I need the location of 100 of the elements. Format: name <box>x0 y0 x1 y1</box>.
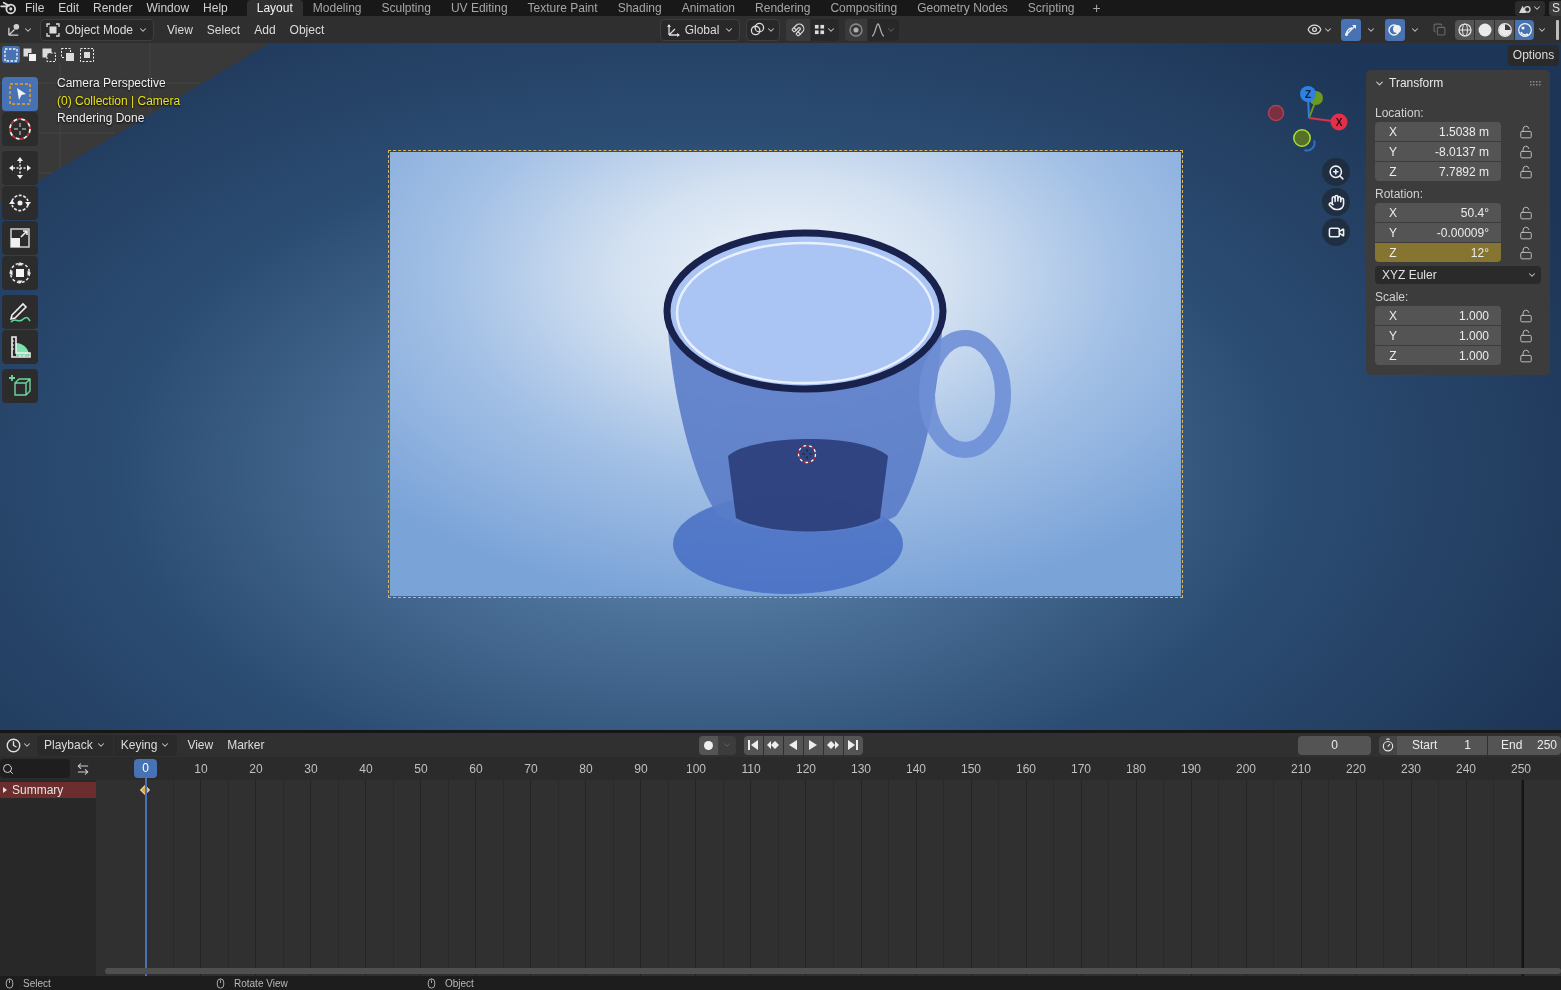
falloff-dropdown[interactable] <box>868 18 900 41</box>
gizmo-toggle[interactable] <box>1341 18 1361 41</box>
tool-button[interactable] <box>2 256 38 290</box>
negative-z-axis-handle[interactable] <box>1303 139 1316 152</box>
lock-toggle[interactable] <box>1518 244 1534 261</box>
auto-keying-toggle[interactable] <box>698 735 718 755</box>
lock-toggle[interactable] <box>1518 204 1534 221</box>
workspace-tab[interactable]: Animation <box>671 0 746 16</box>
workspace-tab[interactable]: Shading <box>607 0 672 16</box>
search-field[interactable] <box>0 759 70 778</box>
menu-item[interactable]: Marker <box>220 736 272 754</box>
lock-toggle[interactable] <box>1518 307 1534 324</box>
menu-item[interactable]: Object <box>282 20 332 39</box>
selection-mode-button[interactable] <box>59 46 77 63</box>
shading-mode-button[interactable] <box>1475 19 1494 40</box>
menu-item[interactable]: Add <box>247 20 283 39</box>
end-frame-field[interactable]: End 250 <box>1488 735 1561 755</box>
playback-button[interactable] <box>743 735 763 755</box>
shading-mode-button[interactable] <box>1515 19 1534 40</box>
playback-button[interactable] <box>803 735 823 755</box>
pan-button[interactable] <box>1322 188 1350 216</box>
menu-dropdown[interactable]: Keying <box>113 734 178 756</box>
channel-row[interactable]: Summary <box>0 782 96 798</box>
number-field[interactable]: Z 7.7892 m <box>1375 162 1501 181</box>
workspace-tab[interactable]: Sculpting <box>371 0 441 16</box>
lock-toggle[interactable] <box>1518 327 1534 344</box>
playback-button[interactable] <box>763 735 783 755</box>
workspace-tab[interactable]: Compositing <box>820 0 908 16</box>
menu-item[interactable]: Edit <box>51 0 87 16</box>
number-field[interactable]: Z 12° <box>1375 243 1501 262</box>
zoom-button[interactable] <box>1322 158 1350 186</box>
tool-button[interactable] <box>2 295 38 329</box>
mode-dropdown[interactable]: Object Mode <box>40 18 155 41</box>
shading-mode-button[interactable] <box>1455 19 1474 40</box>
lock-toggle[interactable] <box>1518 123 1534 140</box>
current-frame-field[interactable]: 0 <box>1298 735 1371 755</box>
blender-logo-icon[interactable] <box>0 1 18 15</box>
number-field[interactable]: Y 1.000 <box>1375 326 1501 345</box>
menu-item[interactable]: Help <box>196 0 235 16</box>
snap-toggle[interactable] <box>786 18 811 41</box>
workspace-tab[interactable]: UV Editing <box>440 0 518 16</box>
menu-item[interactable]: Window <box>139 0 197 16</box>
selection-mode-button[interactable] <box>2 46 20 63</box>
tool-button[interactable] <box>2 186 38 220</box>
menu-item[interactable]: File <box>18 0 52 16</box>
number-field[interactable]: X 1.000 <box>1375 306 1501 325</box>
options-button[interactable]: Options <box>1508 45 1559 66</box>
selection-mode-button[interactable] <box>21 46 39 63</box>
shading-mode-button[interactable] <box>1495 19 1514 40</box>
lock-toggle[interactable] <box>1518 163 1534 180</box>
scene-name[interactable]: S <box>1549 0 1561 16</box>
number-field[interactable]: Y -8.0137 m <box>1375 142 1501 161</box>
negative-y-axis-handle[interactable] <box>1293 129 1311 147</box>
snap-target-dropdown[interactable] <box>811 18 840 41</box>
region-toggle-handle[interactable] <box>1556 19 1559 40</box>
number-field[interactable]: X 50.4° <box>1375 203 1501 222</box>
number-field[interactable]: X 1.5038 m <box>1375 122 1501 141</box>
tool-button[interactable] <box>2 112 38 146</box>
playback-button[interactable] <box>823 735 843 755</box>
number-field[interactable]: Z 1.000 <box>1375 346 1501 365</box>
menu-dropdown[interactable]: Playback <box>37 734 113 756</box>
lock-toggle[interactable] <box>1518 224 1534 241</box>
playhead-frame-label[interactable]: 0 <box>134 759 157 778</box>
camera-view-button[interactable] <box>1322 218 1350 246</box>
rotation-mode-dropdown[interactable]: XYZ Euler <box>1375 266 1541 284</box>
drag-grip-icon[interactable] <box>1530 80 1542 86</box>
start-frame-field[interactable]: Start 1 <box>1397 735 1487 755</box>
add-workspace-button[interactable]: + <box>1084 0 1109 16</box>
lock-toggle[interactable] <box>1518 143 1534 160</box>
tool-button[interactable] <box>2 221 38 255</box>
horizontal-scrollbar[interactable] <box>105 968 1561 974</box>
x-axis-handle[interactable]: X <box>1308 113 1348 131</box>
menu-item[interactable]: Select <box>199 20 248 39</box>
overlays-toggle[interactable] <box>1385 18 1405 41</box>
tool-button[interactable] <box>2 151 38 185</box>
playback-button[interactable] <box>843 735 863 755</box>
menu-item[interactable]: View <box>160 20 200 39</box>
scene-dropdown[interactable] <box>1515 0 1545 16</box>
orientation-dropdown[interactable]: Global <box>659 18 741 41</box>
menu-item[interactable]: View <box>180 736 221 754</box>
menu-item[interactable]: Render <box>86 0 140 16</box>
tool-button[interactable] <box>2 330 38 364</box>
proportional-editing-toggle[interactable] <box>845 18 868 41</box>
workspace-tab[interactable]: Rendering <box>745 0 821 16</box>
workspace-tab[interactable]: Modeling <box>302 0 372 16</box>
workspace-tab[interactable]: Layout <box>246 0 303 16</box>
workspace-tab[interactable]: Texture Paint <box>517 0 608 16</box>
z-axis-handle[interactable]: Z <box>1300 86 1316 119</box>
playback-button[interactable] <box>783 735 803 755</box>
number-field[interactable]: Y -0.00009° <box>1375 223 1501 242</box>
selection-mode-button[interactable] <box>40 46 58 63</box>
workspace-tab[interactable]: Geometry Nodes <box>907 0 1018 16</box>
selection-mode-button[interactable] <box>78 46 96 63</box>
negative-x-axis-handle[interactable] <box>1267 104 1285 122</box>
tool-button[interactable] <box>2 369 38 403</box>
preview-range-toggle[interactable] <box>1379 735 1397 755</box>
workspace-tab[interactable]: Scripting <box>1017 0 1085 16</box>
panel-header[interactable]: Transform <box>1366 70 1444 96</box>
pivot-dropdown[interactable] <box>746 18 781 41</box>
lock-toggle[interactable] <box>1518 347 1534 364</box>
